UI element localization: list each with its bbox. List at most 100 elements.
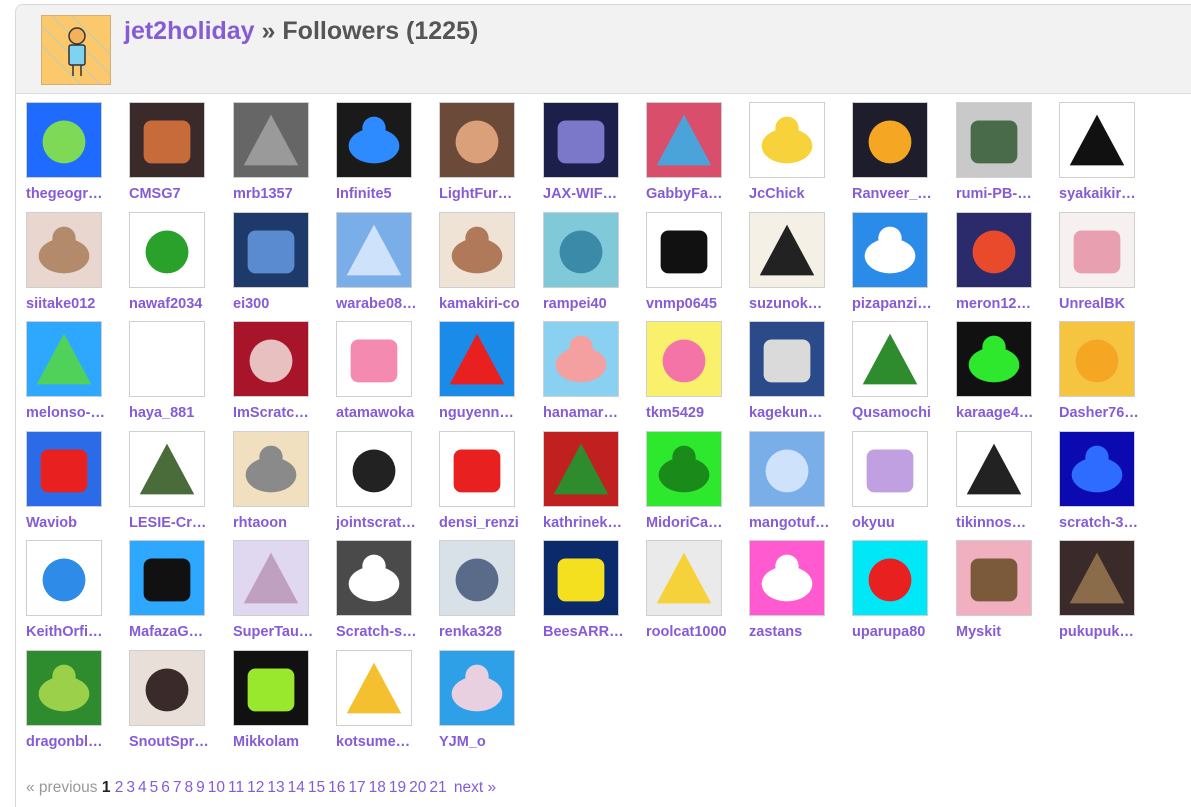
follower-username-link[interactable]: mangotuf…: [749, 515, 849, 531]
follower-username-link[interactable]: LightFur…: [439, 186, 539, 202]
follower-card[interactable]: warabe08…: [336, 212, 431, 317]
page-link[interactable]: 7: [173, 779, 182, 796]
follower-username-link[interactable]: kathrinek…: [543, 515, 643, 531]
anime-girl-avatar[interactable]: [26, 212, 102, 288]
follower-username-link[interactable]: ei300: [233, 296, 333, 312]
scratch-cat-avatar[interactable]: [336, 212, 412, 288]
follower-username-link[interactable]: nguyenn…: [439, 405, 539, 421]
follower-card[interactable]: kagekun…: [749, 321, 844, 426]
follower-username-link[interactable]: JcChick: [749, 186, 849, 202]
follower-card[interactable]: densi_renzi: [439, 431, 534, 536]
red-face-avatar[interactable]: [852, 540, 928, 616]
follower-username-link[interactable]: mrb1357: [233, 186, 333, 202]
green-midoricat-avatar[interactable]: [646, 431, 722, 507]
next-page-link[interactable]: next »: [454, 779, 496, 796]
follower-username-link[interactable]: pizapanzi…: [852, 296, 952, 312]
follower-card[interactable]: MidoriCa…: [646, 431, 741, 536]
follower-username-link[interactable]: uparupa80: [852, 624, 952, 640]
follower-card[interactable]: syakaikir…: [1059, 102, 1154, 207]
follower-card[interactable]: SuperTau…: [233, 540, 328, 645]
train-avatar[interactable]: [956, 102, 1032, 178]
follower-card[interactable]: JAX-WIF…: [543, 102, 638, 207]
follower-card[interactable]: tkm5429: [646, 321, 741, 426]
follower-card[interactable]: GabbyFa…: [646, 102, 741, 207]
follower-username-link[interactable]: Waviob: [26, 515, 126, 531]
piano-ei-avatar[interactable]: [233, 212, 309, 288]
anime-girl-avatar[interactable]: [233, 540, 309, 616]
follower-username-link[interactable]: Dasher76…: [1059, 405, 1159, 421]
follower-card[interactable]: suzunok…: [749, 212, 844, 317]
s-logo-avatar[interactable]: [1059, 431, 1135, 507]
neko-cats-avatar[interactable]: [233, 431, 309, 507]
follower-card[interactable]: ImScratc…: [233, 321, 328, 426]
follower-username-link[interactable]: Ranveer_…: [852, 186, 952, 202]
page-link[interactable]: 21: [429, 779, 446, 796]
luigi-avatar[interactable]: [129, 212, 205, 288]
page-link[interactable]: 3: [126, 779, 135, 796]
black-cat-avatar[interactable]: [646, 212, 722, 288]
follower-username-link[interactable]: UnrealBK: [1059, 296, 1159, 312]
anime-girl-avatar[interactable]: [439, 540, 515, 616]
follower-card[interactable]: tikinnos…: [956, 431, 1051, 536]
follower-username-link[interactable]: tikinnos…: [956, 515, 1056, 531]
follower-card[interactable]: thegeogr…: [26, 102, 121, 207]
follower-username-link[interactable]: scratch-3…: [1059, 515, 1159, 531]
follower-username-link[interactable]: rampei40: [543, 296, 643, 312]
lightning-bee-avatar[interactable]: [543, 540, 619, 616]
looney-tunes-avatar[interactable]: [956, 212, 1032, 288]
follower-card[interactable]: mrb1357: [233, 102, 328, 207]
crowd-photo-avatar[interactable]: [439, 102, 515, 178]
code-tag-avatar[interactable]: [852, 102, 928, 178]
follower-username-link[interactable]: kagekun…: [749, 405, 849, 421]
follower-card[interactable]: siitake012: [26, 212, 121, 317]
owner-avatar[interactable]: [41, 15, 111, 85]
green-controller-avatar[interactable]: [956, 321, 1032, 397]
follower-card[interactable]: uparupa80: [852, 540, 947, 645]
page-link[interactable]: 19: [389, 779, 406, 796]
page-link[interactable]: 6: [161, 779, 170, 796]
follower-card[interactable]: roolcat1000: [646, 540, 741, 645]
imscratcher-logo-avatar[interactable]: [233, 321, 309, 397]
countryball-avatar[interactable]: [439, 321, 515, 397]
white-cube-bird-avatar[interactable]: [956, 431, 1032, 507]
pz-cartoon-avatar[interactable]: [852, 212, 928, 288]
follower-card[interactable]: kamakiri-co: [439, 212, 534, 317]
blue-robot-avatar[interactable]: [336, 102, 412, 178]
hand-photo-avatar[interactable]: [439, 212, 515, 288]
follower-username-link[interactable]: pukupuk…: [1059, 624, 1159, 640]
follower-card[interactable]: ei300: [233, 212, 328, 317]
follower-card[interactable]: renka328: [439, 540, 534, 645]
follower-username-link[interactable]: LESIE-Cr…: [129, 515, 229, 531]
page-link[interactable]: 13: [267, 779, 284, 796]
page-link[interactable]: 9: [196, 779, 205, 796]
white-cat-avatar[interactable]: [1059, 212, 1135, 288]
page-link[interactable]: 18: [369, 779, 386, 796]
suzunokena-logo-avatar[interactable]: [749, 212, 825, 288]
follower-username-link[interactable]: warabe08…: [336, 296, 436, 312]
follower-card[interactable]: Ranveer_…: [852, 102, 947, 207]
kirby-avatar[interactable]: [646, 321, 722, 397]
melonships-logo-avatar[interactable]: [233, 650, 309, 726]
circle-logo-avatar[interactable]: [336, 431, 412, 507]
follower-card[interactable]: Myskit: [956, 540, 1051, 645]
page-link[interactable]: 12: [247, 779, 264, 796]
page-link[interactable]: 2: [115, 779, 124, 796]
follower-username-link[interactable]: CMSG7: [129, 186, 229, 202]
follower-card[interactable]: hanamar…: [543, 321, 638, 426]
follower-card[interactable]: haya_881: [129, 321, 224, 426]
follower-username-link[interactable]: SnoutSpr…: [129, 734, 229, 750]
page-link[interactable]: 17: [348, 779, 365, 796]
colorful-scene-avatar[interactable]: [646, 102, 722, 178]
follower-username-link[interactable]: syakaikir…: [1059, 186, 1159, 202]
anime-girl-blue-avatar[interactable]: [439, 650, 515, 726]
crown-face-avatar[interactable]: [336, 650, 412, 726]
follower-username-link[interactable]: Qusamochi: [852, 405, 952, 421]
follower-card[interactable]: vnmp0645: [646, 212, 741, 317]
red-creature-avatar[interactable]: [26, 431, 102, 507]
follower-card[interactable]: nguyenn…: [439, 321, 534, 426]
tomato-avatar[interactable]: [439, 431, 515, 507]
pixel-person-avatar[interactable]: [956, 540, 1032, 616]
s-3d-logo-avatar[interactable]: [336, 540, 412, 616]
dark-character-avatar[interactable]: [543, 102, 619, 178]
follower-card[interactable]: kathrinek…: [543, 431, 638, 536]
